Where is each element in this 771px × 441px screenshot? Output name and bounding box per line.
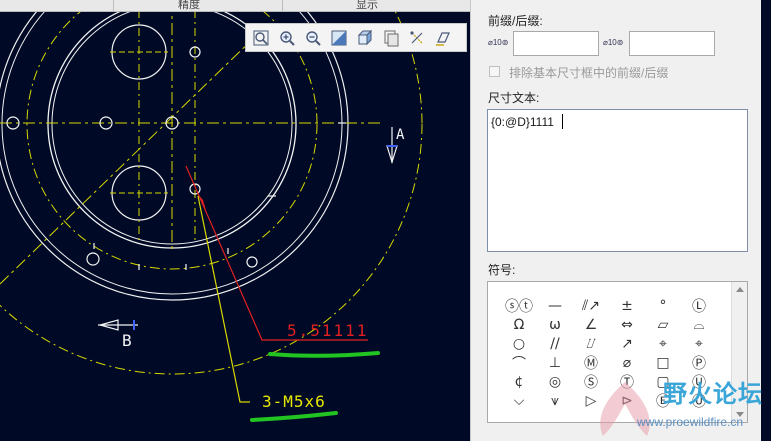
highlight-underline-2 (250, 411, 338, 422)
annotation-display-button[interactable] (431, 26, 455, 50)
symbol-button[interactable]: ∠ (576, 315, 606, 334)
dim-label-thread[interactable]: 3-M5x6 (262, 392, 326, 411)
diagonal-centerline (0, 29, 263, 285)
symbol-button[interactable]: ⌰ (576, 334, 606, 353)
shading-button[interactable] (327, 26, 351, 50)
symbol-button[interactable]: ↗ (612, 334, 642, 353)
symbol-button[interactable]: ⫽↗ (576, 296, 606, 315)
shading-icon (331, 30, 347, 45)
view-cube-icon (357, 29, 373, 45)
dimension-text-area[interactable]: {0:@D}1111 (487, 109, 748, 252)
symbol-button[interactable]: ° (648, 296, 678, 315)
zoom-out-icon (306, 30, 321, 46)
symbol-button[interactable]: □ (648, 353, 678, 372)
scroll-up-arrow[interactable] (736, 287, 744, 292)
datum-display-button[interactable] (405, 26, 429, 50)
highlight-underline-1 (268, 351, 380, 358)
watermark-site-name: 野火论坛 (663, 380, 763, 408)
symbol-button[interactable]: ω (540, 315, 570, 334)
symbol-button[interactable]: ⌀ (612, 353, 642, 372)
suffix-symbol-icon[interactable]: ⌀10⊚ (603, 38, 623, 47)
exclude-prefix-suffix-label: 排除基本尺寸框中的前缀/后缀 (509, 66, 669, 80)
symbol-button[interactable]: ⓢⓣ (504, 296, 534, 315)
prefix-symbol-icon[interactable]: ⌀10⊚ (488, 38, 508, 47)
dim-label-diameter[interactable]: 5.51111 (287, 321, 368, 340)
view-label-b: B (122, 331, 132, 350)
symbol-button[interactable]: Ω (504, 315, 534, 334)
watermark-site-url: www.proewildfire.cn (637, 415, 744, 429)
view-label-a: A (396, 127, 405, 143)
bolt-circle-outer (0, 0, 423, 375)
saved-views-button[interactable] (379, 26, 403, 50)
prefix-input[interactable] (513, 31, 599, 56)
ribbon-group-header: 精度 显示 (0, 0, 470, 12)
symbol-button[interactable]: ◎ (540, 372, 570, 391)
symbol-button[interactable]: // (540, 334, 570, 353)
datum-display-icon (410, 30, 423, 43)
dim-leader-red (185, 165, 368, 341)
symbol-button[interactable]: Ⓟ (684, 353, 714, 372)
exclude-prefix-suffix-checkbox[interactable] (489, 66, 500, 77)
small-hole (246, 256, 258, 268)
symbol-button[interactable]: Ⓛ (684, 296, 714, 315)
text-caret (562, 114, 563, 129)
symbol-button[interactable]: ⌓ (684, 315, 714, 334)
symbol-button[interactable]: ¢ (504, 372, 534, 391)
symbol-button[interactable]: ⊥ (540, 353, 570, 372)
forum-watermark: 野火论坛 www.proewildfire.cn (585, 374, 771, 441)
symbol-button[interactable]: ⩛ (540, 391, 570, 410)
symbols-label: 符号: (488, 263, 516, 277)
dimension-text-value: {0:@D}1111 (491, 115, 554, 129)
symbol-button[interactable]: ⌖ (648, 334, 678, 353)
symbol-button[interactable]: ○ (504, 334, 534, 353)
symbol-button[interactable]: ▱ (648, 315, 678, 334)
symbol-button[interactable]: ⌵ (504, 391, 534, 410)
watermark-logo (600, 382, 650, 436)
graphics-toolbar (245, 23, 467, 52)
zoom-in-button[interactable] (275, 26, 299, 50)
zoom-fit-icon (253, 30, 269, 45)
symbol-button[interactable]: ± (612, 296, 642, 315)
small-hole (86, 252, 100, 266)
suffix-input[interactable] (629, 31, 715, 56)
zoom-in-icon (280, 30, 295, 46)
symbol-button[interactable]: Ⓜ (576, 353, 606, 372)
annotation-display-icon (436, 31, 450, 46)
prefix-suffix-label: 前缀/后缀: (488, 14, 543, 28)
ribbon-tab-precision[interactable]: 精度 (178, 0, 200, 12)
view-cube-button[interactable] (353, 26, 377, 50)
symbol-button[interactable]: ⌖ (684, 334, 714, 353)
saved-views-icon (384, 30, 399, 46)
symbol-button[interactable]: ⌒ (504, 353, 534, 372)
zoom-out-button[interactable] (301, 26, 325, 50)
symbol-button[interactable]: ⇔ (612, 315, 642, 334)
symbol-button[interactable]: — (540, 296, 570, 315)
ribbon-tab-display[interactable]: 显示 (356, 0, 378, 12)
zoom-fit-button[interactable] (249, 26, 273, 50)
dimension-text-label: 尺寸文本: (488, 91, 540, 105)
